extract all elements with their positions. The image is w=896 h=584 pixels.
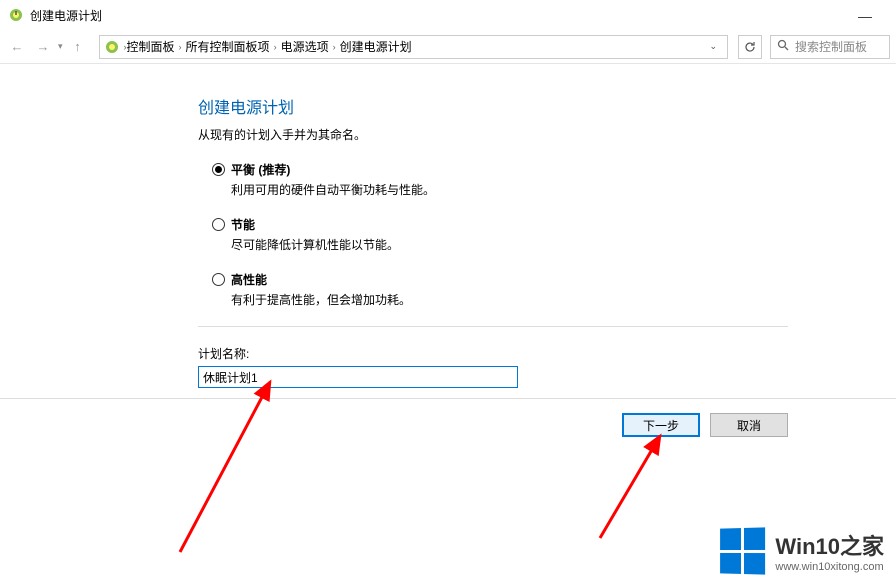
page-title: 创建电源计划 <box>198 94 640 118</box>
radio-high[interactable] <box>212 273 225 286</box>
back-button[interactable]: ← <box>6 36 28 58</box>
chevron-right-icon: › <box>333 42 336 52</box>
address-bar[interactable]: › 控制面板 › 所有控制面板项 › 电源选项 › 创建电源计划 ⌄ <box>99 35 728 59</box>
main-content: 创建电源计划 从现有的计划入手并为其命名。 平衡 (推荐) 利用可用的硬件自动平… <box>0 64 640 388</box>
window-title: 创建电源计划 <box>30 7 102 24</box>
radio-saver[interactable] <box>212 218 225 231</box>
search-icon <box>777 39 789 54</box>
history-chevron-icon[interactable]: ▾ <box>58 41 63 52</box>
plan-name-input[interactable] <box>198 366 518 388</box>
divider <box>198 326 788 327</box>
option-desc: 尽可能降低计算机性能以节能。 <box>231 236 640 253</box>
option-desc: 利用可用的硬件自动平衡功耗与性能。 <box>231 181 640 198</box>
navigation-bar: ← → ▾ ↑ › 控制面板 › 所有控制面板项 › 电源选项 › 创建电源计划… <box>0 30 896 64</box>
breadcrumb-item[interactable]: 创建电源计划 <box>340 38 412 55</box>
option-label: 高性能 <box>231 271 267 288</box>
control-panel-icon <box>104 39 120 55</box>
plan-name-label: 计划名称: <box>198 345 640 362</box>
forward-button[interactable]: → <box>32 36 54 58</box>
plan-options: 平衡 (推荐) 利用可用的硬件自动平衡功耗与性能。 节能 尽可能降低计算机性能以… <box>212 161 640 308</box>
up-button[interactable]: ↑ <box>67 36 89 58</box>
cancel-button[interactable]: 取消 <box>710 413 788 437</box>
page-subtitle: 从现有的计划入手并为其命名。 <box>198 126 640 143</box>
option-saver[interactable]: 节能 尽可能降低计算机性能以节能。 <box>212 216 640 253</box>
chevron-right-icon: › <box>179 42 182 52</box>
watermark-title: Win10之家 <box>775 529 884 561</box>
option-label: 平衡 (推荐) <box>231 161 290 178</box>
option-balanced[interactable]: 平衡 (推荐) 利用可用的硬件自动平衡功耗与性能。 <box>212 161 640 198</box>
titlebar: 创建电源计划 — <box>0 0 896 30</box>
breadcrumb-item[interactable]: 控制面板 <box>127 38 175 55</box>
next-button[interactable]: 下一步 <box>622 413 700 437</box>
watermark-url: www.win10xitong.com <box>775 561 884 573</box>
option-label: 节能 <box>231 216 255 233</box>
footer-buttons: 下一步 取消 <box>0 398 896 451</box>
search-placeholder: 搜索控制面板 <box>795 38 867 55</box>
chevron-right-icon: › <box>274 42 277 52</box>
breadcrumb-item[interactable]: 所有控制面板项 <box>186 38 270 55</box>
radio-balanced[interactable] <box>212 163 225 176</box>
refresh-button[interactable] <box>738 35 762 59</box>
minimize-button[interactable]: — <box>850 6 880 26</box>
power-plan-icon <box>8 7 24 23</box>
option-desc: 有利于提高性能，但会增加功耗。 <box>231 291 640 308</box>
windows-logo-icon <box>720 527 765 574</box>
option-high[interactable]: 高性能 有利于提高性能，但会增加功耗。 <box>212 271 640 308</box>
breadcrumb: 控制面板 › 所有控制面板项 › 电源选项 › 创建电源计划 <box>127 38 704 55</box>
search-input[interactable]: 搜索控制面板 <box>770 35 890 59</box>
watermark: Win10之家 www.win10xitong.com <box>719 528 884 574</box>
address-dropdown-icon[interactable]: ⌄ <box>703 41 723 52</box>
breadcrumb-item[interactable]: 电源选项 <box>281 38 329 55</box>
